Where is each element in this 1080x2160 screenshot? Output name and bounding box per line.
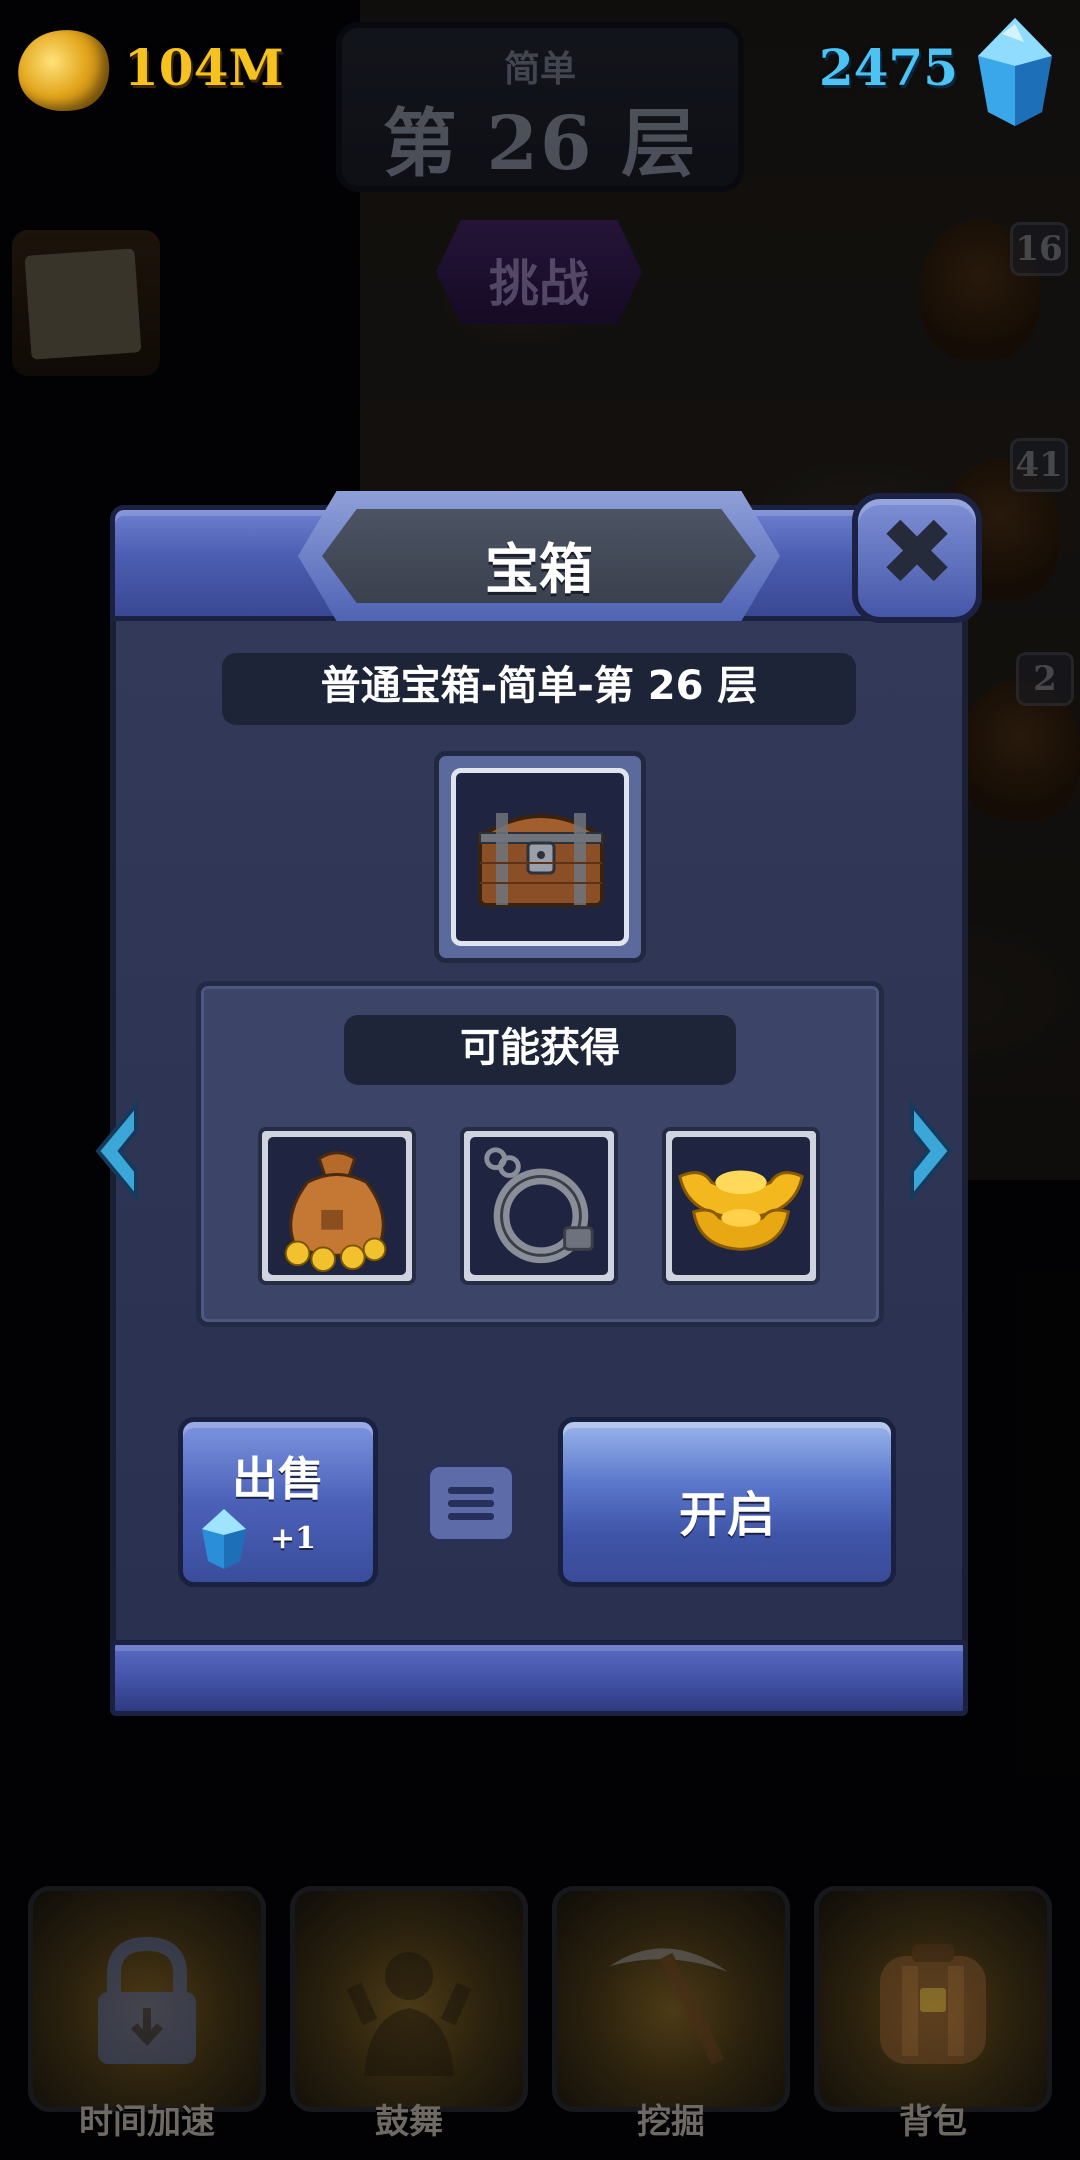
open-label: 开启 — [678, 1487, 775, 1543]
pickaxe-icon — [610, 1948, 728, 2066]
nav-label: 鼓舞 — [375, 2102, 443, 2142]
nav-label: 挖掘 — [637, 2102, 705, 2142]
nav-label: 时间加速 — [79, 2102, 215, 2142]
nav-dig[interactable]: 挖掘 — [552, 1886, 790, 2142]
handcuff-icon — [484, 1147, 594, 1264]
reward-slot[interactable] — [460, 1127, 618, 1285]
blue-gem-icon — [202, 1509, 246, 1569]
gold-coin-bag-icon — [284, 1151, 387, 1273]
backpack-icon — [880, 1944, 986, 2064]
cheer-icon — [346, 1952, 472, 2076]
menu-button[interactable] — [426, 1463, 516, 1543]
chest-dialog: 宝箱 ✖ 普通宝箱-简单-第 26 层 可能获得 出售 +1 开启 — [95, 491, 982, 1716]
blue-gem-icon — [978, 18, 1052, 126]
sell-label: 出售 — [232, 1452, 324, 1506]
menu-line — [448, 1487, 494, 1494]
reward-slot-inner — [672, 1137, 810, 1275]
nav-time-speedup[interactable]: 时间加速 — [28, 1886, 266, 2142]
chest-name-label: 普通宝箱-简单-第 26 层 — [222, 653, 856, 725]
close-icon: ✖ — [878, 499, 956, 606]
menu-line — [448, 1513, 494, 1520]
lock-icon — [98, 1936, 196, 2064]
close-button[interactable]: ✖ — [852, 493, 982, 623]
nav-label: 背包 — [899, 2102, 967, 2142]
reward-slot[interactable] — [662, 1127, 820, 1285]
reward-slot-inner — [470, 1137, 608, 1275]
reward-slot-inner — [268, 1137, 406, 1275]
gold-amount: 104M — [124, 38, 284, 97]
rewards-title: 可能获得 — [344, 1015, 736, 1085]
dialog-title: 宝箱 — [485, 538, 593, 601]
nav-cheer[interactable]: 鼓舞 — [290, 1886, 528, 2142]
arrow-left-icon[interactable] — [88, 1101, 148, 1201]
gem-amount: 2475 — [818, 38, 958, 97]
arrow-right-icon[interactable] — [900, 1101, 960, 1201]
treasure-chest-icon — [474, 813, 608, 907]
reward-slot[interactable] — [258, 1127, 416, 1285]
menu-line — [448, 1500, 494, 1507]
gold-ingot-icon — [678, 1170, 804, 1251]
chest-slot-inner — [451, 768, 629, 946]
dialog-footer-bar — [110, 1640, 968, 1716]
sell-price: +1 — [270, 1521, 317, 1556]
nav-backpack[interactable]: 背包 — [814, 1886, 1052, 2142]
chest-item-slot[interactable] — [434, 751, 646, 963]
